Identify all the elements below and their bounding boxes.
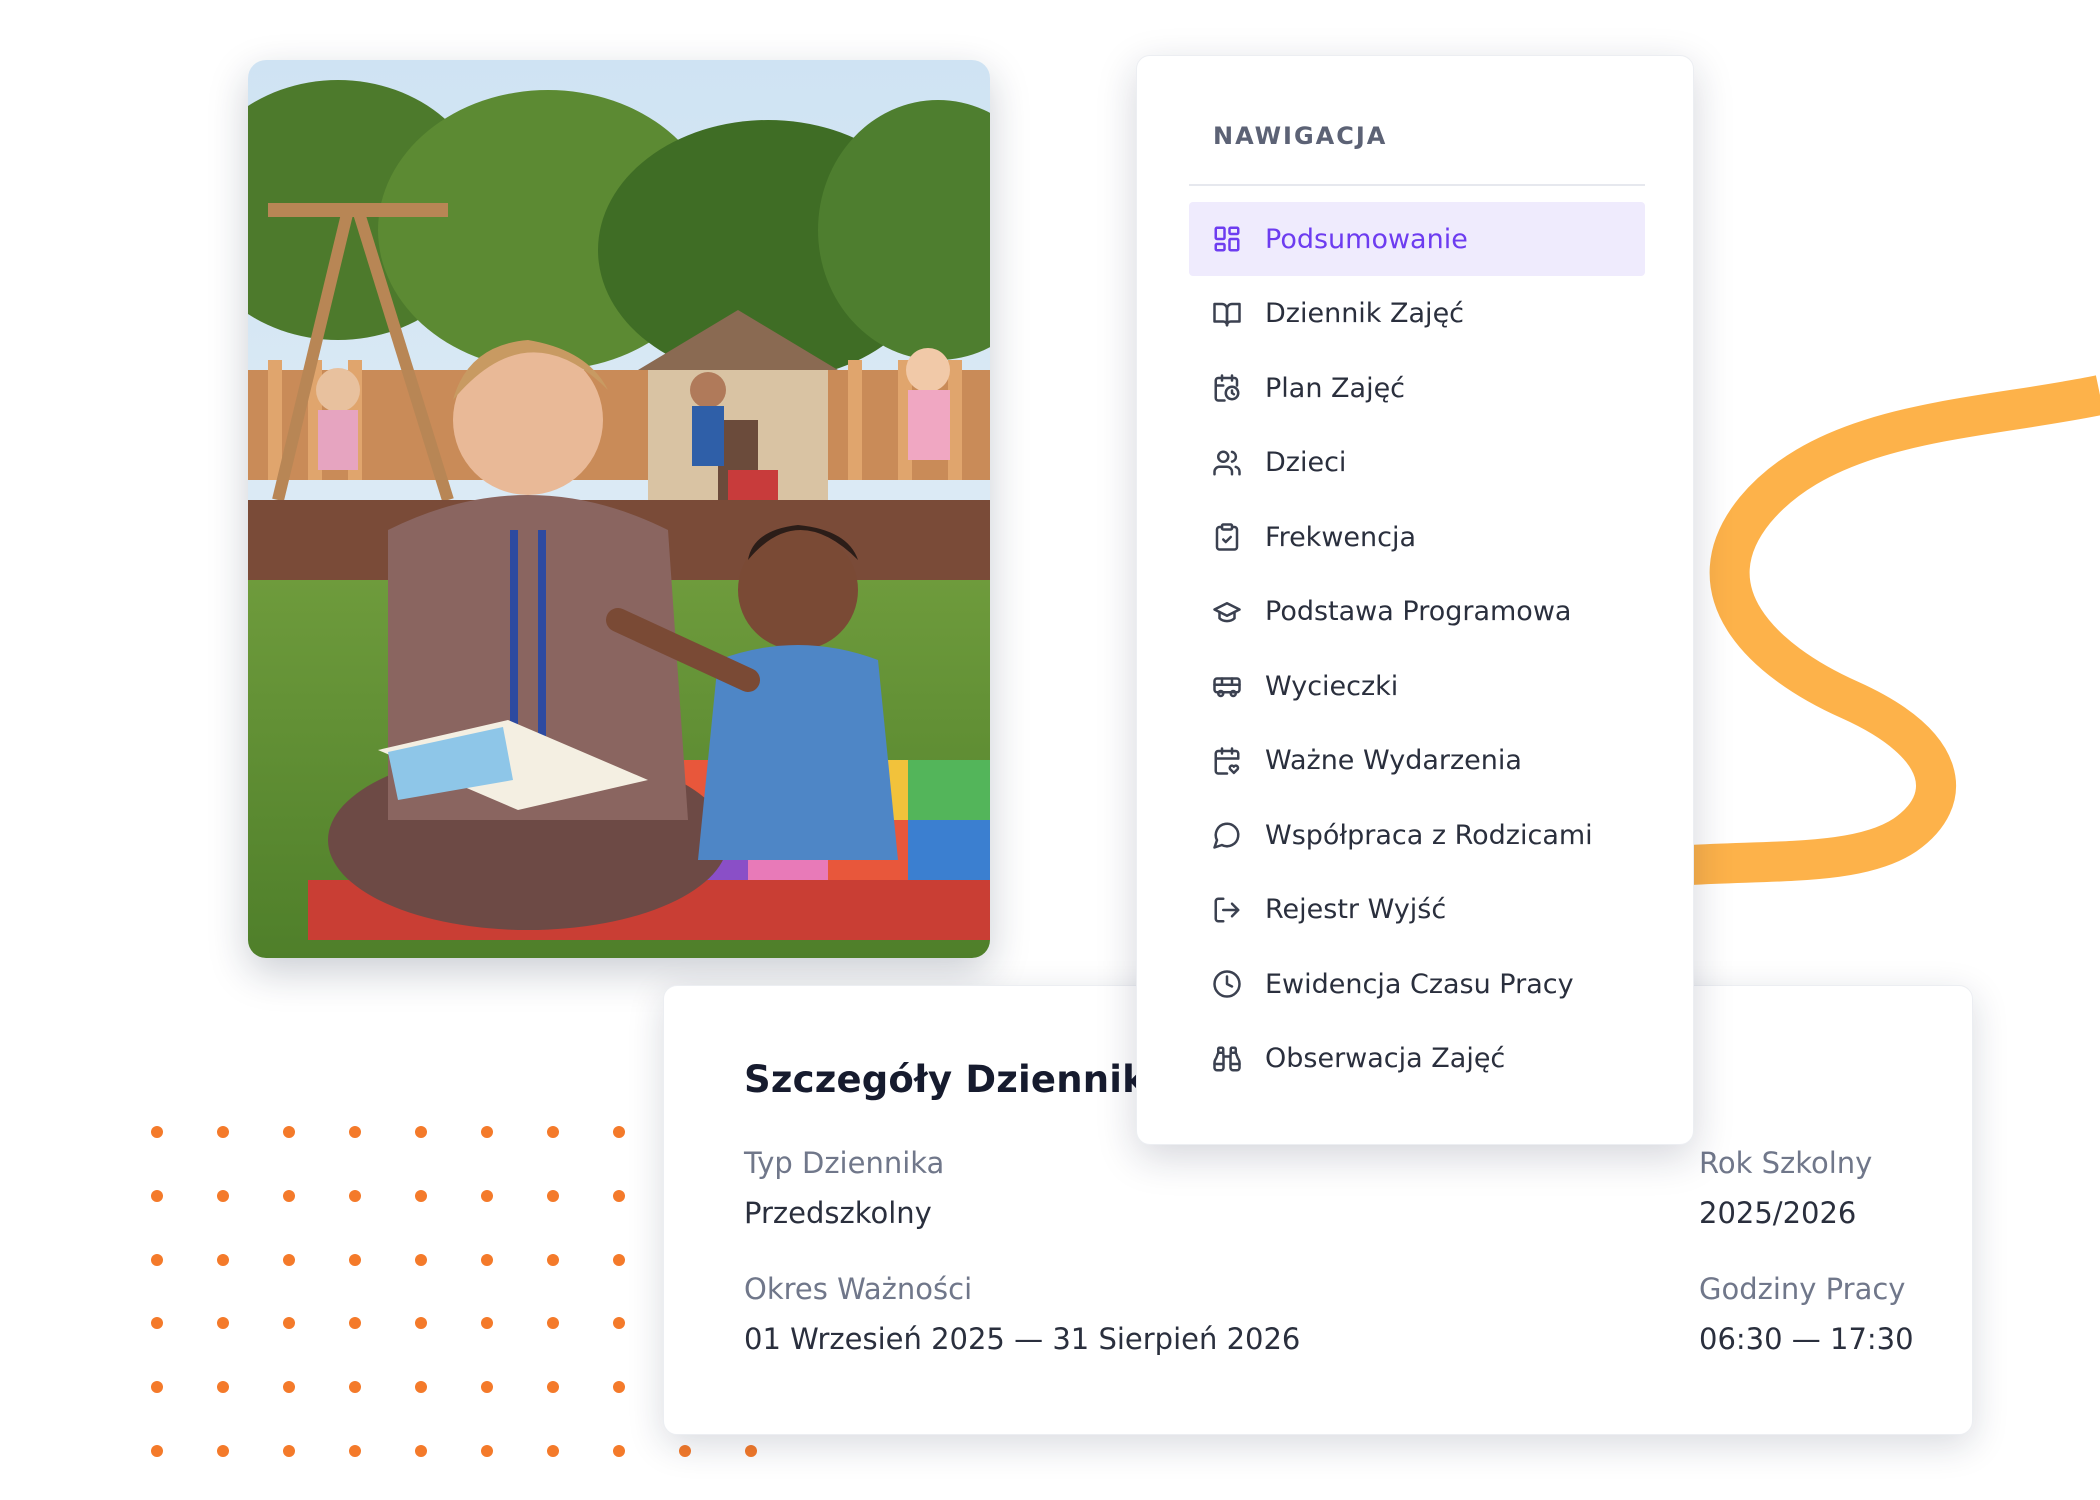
journal-type-value: Przedszkolny xyxy=(744,1196,932,1230)
nav-item-podstawa-programowa[interactable]: Podstawa Programowa xyxy=(1189,575,1645,649)
school-year-label: Rok Szkolny xyxy=(1699,1146,1873,1180)
binoculars-icon xyxy=(1211,1043,1243,1075)
navigation-panel: NAWIGACJA Podsumowanie Dziennik Zajęć Pl… xyxy=(1136,55,1694,1145)
nav-item-label: Podsumowanie xyxy=(1265,223,1468,255)
nav-item-label: Obserwacja Zajęć xyxy=(1265,1043,1506,1074)
nav-item-obserwacja-zajec[interactable]: Obserwacja Zajęć xyxy=(1189,1022,1645,1096)
nav-item-wspolpraca-z-rodzicami[interactable]: Współpraca z Rodzicami xyxy=(1189,798,1645,872)
nav-item-rejestr-wyjsc[interactable]: Rejestr Wyjść xyxy=(1189,873,1645,947)
navigation-list: Podsumowanie Dziennik Zajęć Plan Zajęć D… xyxy=(1189,202,1645,1096)
nav-item-label: Ewidencja Czasu Pracy xyxy=(1265,968,1574,1000)
graduation-cap-icon xyxy=(1211,596,1243,628)
validity-period-value: 01 Wrzesień 2025 — 31 Sierpień 2026 xyxy=(744,1322,1301,1356)
validity-period-label: Okres Ważności xyxy=(744,1272,973,1306)
nav-item-label: Plan Zajęć xyxy=(1265,372,1406,404)
working-hours-value: 06:30 — 17:30 xyxy=(1699,1322,1914,1356)
nav-item-label: Frekwencja xyxy=(1265,521,1417,553)
details-title: Szczegóły Dziennika xyxy=(744,1058,1173,1101)
nav-item-label: Współpraca z Rodzicami xyxy=(1265,819,1593,851)
nav-item-dzieci[interactable]: Dzieci xyxy=(1189,426,1645,500)
log-out-icon xyxy=(1211,894,1243,926)
calendar-clock-icon xyxy=(1211,372,1243,404)
nav-item-label: Dzieci xyxy=(1265,447,1347,478)
classroom-photo xyxy=(248,60,990,958)
navigation-header: NAWIGACJA xyxy=(1213,122,1388,150)
nav-item-plan-zajec[interactable]: Plan Zajęć xyxy=(1189,351,1645,425)
nav-item-label: Dziennik Zajęć xyxy=(1265,298,1465,329)
nav-item-dziennik-zajec[interactable]: Dziennik Zajęć xyxy=(1189,277,1645,351)
users-icon xyxy=(1211,447,1243,479)
navigation-divider xyxy=(1189,184,1645,186)
school-year-value: 2025/2026 xyxy=(1699,1196,1857,1230)
journal-type-label: Typ Dziennika xyxy=(744,1146,945,1180)
nav-item-ewidencja-czasu-pracy[interactable]: Ewidencja Czasu Pracy xyxy=(1189,947,1645,1021)
nav-item-wycieczki[interactable]: Wycieczki xyxy=(1189,649,1645,723)
calendar-heart-icon xyxy=(1211,745,1243,777)
nav-item-wazne-wydarzenia[interactable]: Ważne Wydarzenia xyxy=(1189,724,1645,798)
clipboard-check-icon xyxy=(1211,521,1243,553)
nav-item-label: Ważne Wydarzenia xyxy=(1265,745,1522,776)
nav-item-label: Rejestr Wyjść xyxy=(1265,894,1447,925)
bus-icon xyxy=(1211,670,1243,702)
clock-icon xyxy=(1211,968,1243,1000)
book-icon xyxy=(1211,298,1243,330)
nav-item-label: Podstawa Programowa xyxy=(1265,596,1572,627)
nav-item-frekwencja[interactable]: Frekwencja xyxy=(1189,500,1645,574)
nav-item-podsumowanie[interactable]: Podsumowanie xyxy=(1189,202,1645,276)
nav-item-label: Wycieczki xyxy=(1265,670,1399,702)
chat-bubble-icon xyxy=(1211,819,1243,851)
working-hours-label: Godziny Pracy xyxy=(1699,1272,1906,1306)
grid-icon xyxy=(1211,223,1243,255)
